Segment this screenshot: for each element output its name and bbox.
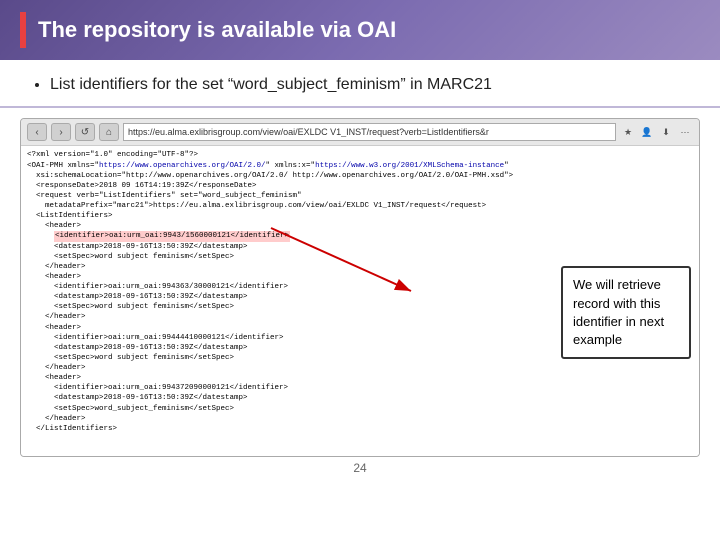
browser-action-icons: ★ 👤 ⬇ ⋯	[620, 124, 693, 140]
xml-line-28: </ListIdentifiers>	[27, 424, 693, 434]
xml-line-7: <ListIdentifiers>	[27, 211, 693, 221]
xml-line-25: <datestamp>2018-09-16T13:50:39Z</datesta…	[27, 393, 693, 403]
browser-window: ‹ › ↺ ⌂ ★ 👤 ⬇ ⋯ <?xml version="1.0" enco…	[20, 118, 700, 457]
browser-back-button[interactable]: ‹	[27, 123, 47, 141]
callout-text: We will retrieve record with this identi…	[573, 277, 664, 347]
page-number: 24	[0, 457, 720, 477]
xml-line-5: <request verb="ListIdentifiers" set="wor…	[27, 191, 693, 201]
xml-line-3: xsi:schemaLocation="http://www.openarchi…	[27, 171, 693, 181]
browser-toolbar: ‹ › ↺ ⌂ ★ 👤 ⬇ ⋯	[21, 119, 699, 146]
browser-refresh-button[interactable]: ↺	[75, 123, 95, 141]
more-icon[interactable]: ⋯	[677, 124, 693, 140]
user-icon[interactable]: 👤	[639, 124, 655, 140]
bullet-section: List identifiers for the set “word_subje…	[0, 60, 720, 108]
browser-address-bar[interactable]	[123, 123, 616, 141]
xml-line-11: <setSpec>word subject feminism</setSpec>	[27, 252, 693, 262]
bullet-item: List identifiers for the set “word_subje…	[50, 74, 690, 96]
xml-line-1: <?xml version="1.0" encoding="UTF-8"?>	[27, 150, 693, 160]
browser-home-button[interactable]: ⌂	[99, 123, 119, 141]
xml-line-24: <identifier>oai:urm_oai:994372090000121<…	[27, 383, 693, 393]
slide-header: The repository is available via OAI	[0, 0, 720, 60]
xml-line-8: <header>	[27, 221, 693, 231]
xml-content-area: <?xml version="1.0" encoding="UTF-8"?> <…	[21, 146, 699, 456]
xml-line-10: <datestamp>2018-09-16T13:50:39Z</datesta…	[27, 242, 693, 252]
xml-line-27: </header>	[27, 414, 693, 424]
xml-line-2: <OAI-PMH xmlns="https://www.openarchives…	[27, 161, 693, 171]
xml-line-26: <setSpec>word_subject_feminism</setSpec>	[27, 404, 693, 414]
browser-forward-button[interactable]: ›	[51, 123, 71, 141]
xml-line-22: </header>	[27, 363, 693, 373]
slide-title: The repository is available via OAI	[38, 17, 396, 43]
xml-line-23: <header>	[27, 373, 693, 383]
callout-box: We will retrieve record with this identi…	[561, 266, 691, 359]
xml-line-6: metadataPrefix="marc21">https://eu.alma.…	[27, 201, 693, 211]
download-icon[interactable]: ⬇	[658, 124, 674, 140]
header-accent-bar	[20, 12, 26, 48]
xml-line-4: <responseDate>2018 09 16T14:19:39Z</resp…	[27, 181, 693, 191]
xml-line-9-highlighted: <identifier>oai:urm_oai:9943/1560000121<…	[27, 231, 693, 241]
bookmark-icon[interactable]: ★	[620, 124, 636, 140]
